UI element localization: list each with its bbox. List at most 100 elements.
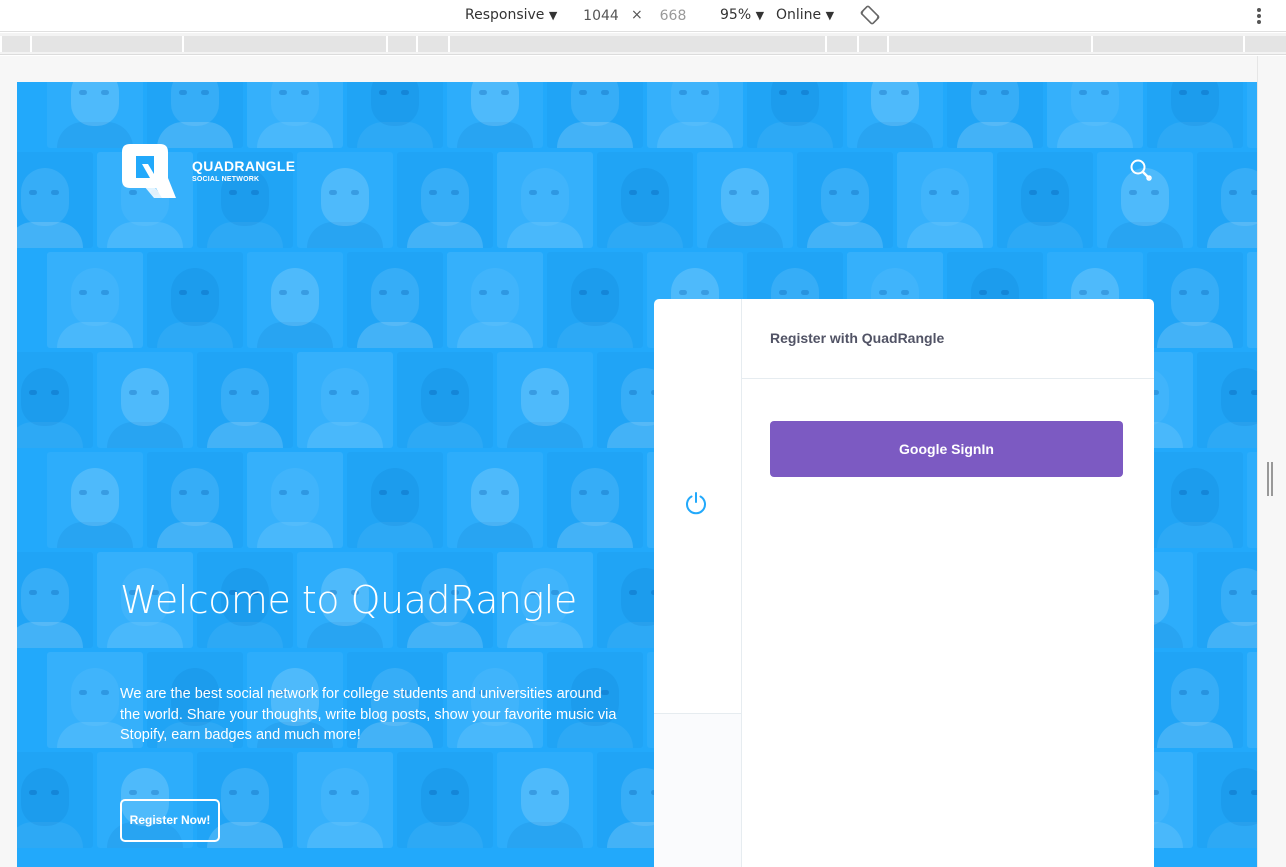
eyes-silhouette — [1079, 90, 1111, 96]
background-face-tile — [397, 352, 493, 448]
face-silhouette — [21, 368, 69, 426]
rotate-icon[interactable] — [860, 5, 880, 25]
throttle-select-caret-icon: ▼ — [825, 9, 835, 22]
device-select[interactable]: Responsive ▼ — [465, 7, 557, 23]
eyes-silhouette — [179, 490, 211, 496]
eyes-silhouette — [1229, 790, 1257, 796]
face-silhouette — [171, 268, 219, 326]
background-face-tile — [1247, 82, 1257, 148]
height-input[interactable]: 668 — [648, 4, 698, 28]
background-face-tile — [397, 152, 493, 248]
background-face-tile — [297, 152, 393, 248]
eyes-silhouette — [1079, 290, 1111, 296]
eyes-silhouette — [279, 490, 311, 496]
ruler-segment[interactable] — [416, 36, 448, 52]
ruler-segment[interactable] — [887, 36, 1091, 52]
eyes-silhouette — [729, 190, 761, 196]
ruler-segment[interactable] — [1243, 36, 1286, 52]
register-card-header: Register with QuadRangle — [742, 299, 1154, 379]
eyes-silhouette — [79, 90, 111, 96]
face-silhouette — [471, 268, 519, 326]
register-card-sidebar — [654, 299, 742, 867]
background-face-tile — [997, 152, 1093, 248]
eyes-silhouette — [679, 90, 711, 96]
eyes-silhouette — [479, 90, 511, 96]
eyes-silhouette — [379, 490, 411, 496]
background-face-tile — [797, 152, 893, 248]
eyes-silhouette — [179, 290, 211, 296]
eyes-silhouette — [529, 790, 561, 796]
eyes-silhouette — [29, 390, 61, 396]
power-icon[interactable] — [684, 491, 708, 515]
eyes-silhouette — [1229, 590, 1257, 596]
eyes-silhouette — [1229, 390, 1257, 396]
google-signin-button[interactable]: Google SignIn — [770, 421, 1123, 477]
ruler-segment[interactable] — [0, 36, 30, 52]
media-query-ruler — [0, 33, 1286, 55]
background-face-tile — [247, 82, 343, 148]
face-silhouette — [171, 468, 219, 526]
eyes-silhouette — [429, 390, 461, 396]
ruler-segment[interactable] — [825, 36, 857, 52]
face-silhouette — [271, 82, 319, 126]
shoulders-silhouette — [17, 222, 83, 248]
face-silhouette — [271, 468, 319, 526]
background-face-tile — [497, 752, 593, 848]
face-silhouette — [221, 768, 269, 826]
face-silhouette — [571, 268, 619, 326]
width-input[interactable]: 1044 — [576, 4, 626, 28]
eyes-silhouette — [879, 90, 911, 96]
face-silhouette — [1221, 768, 1257, 826]
background-face-tile — [647, 82, 743, 148]
background-face-tile — [247, 452, 343, 548]
eyes-silhouette — [29, 790, 61, 796]
eyes-silhouette — [779, 290, 811, 296]
face-silhouette — [371, 82, 419, 126]
ruler-segment[interactable] — [182, 36, 386, 52]
face-silhouette — [521, 768, 569, 826]
background-face-tile — [1197, 352, 1257, 448]
background-face-tile — [597, 152, 693, 248]
ruler-segment[interactable] — [448, 36, 825, 52]
background-face-tile — [97, 352, 193, 448]
face-silhouette — [1221, 568, 1257, 626]
background-face-tile — [1247, 252, 1257, 348]
throttle-select[interactable]: Online ▼ — [776, 7, 834, 23]
background-face-tile — [447, 82, 543, 148]
background-face-tile — [547, 252, 643, 348]
more-vert-icon[interactable] — [1252, 7, 1266, 25]
ruler-segment[interactable] — [30, 36, 182, 52]
register-now-button[interactable]: Register Now! — [120, 799, 220, 842]
shoulders-silhouette — [1207, 222, 1257, 248]
eyes-silhouette — [1179, 90, 1211, 96]
background-face-tile — [397, 752, 493, 848]
face-silhouette — [321, 168, 369, 226]
eyes-silhouette — [1029, 190, 1061, 196]
zoom-select[interactable]: 95% ▼ — [720, 7, 764, 23]
eyes-silhouette — [229, 390, 261, 396]
eyes-silhouette — [29, 590, 61, 596]
quadrangle-logo[interactable] — [120, 142, 178, 200]
hero-description: We are the best social network for colle… — [120, 686, 617, 743]
ruler-segment[interactable] — [386, 36, 416, 52]
face-silhouette — [521, 168, 569, 226]
face-silhouette — [321, 768, 369, 826]
background-face-tile — [1147, 82, 1243, 148]
face-silhouette — [1171, 668, 1219, 726]
eyes-silhouette — [429, 190, 461, 196]
throttle-select-label: Online — [776, 7, 822, 23]
face-silhouette — [571, 82, 619, 126]
background-face-tile — [347, 452, 443, 548]
background-face-tile — [1247, 452, 1257, 548]
background-face-tile — [297, 752, 393, 848]
ruler-segment[interactable] — [857, 36, 887, 52]
background-face-tile — [247, 252, 343, 348]
eyes-silhouette — [479, 290, 511, 296]
resize-handle[interactable] — [1267, 462, 1275, 496]
register-card: Register with QuadRangle Google SignIn — [654, 299, 1154, 867]
background-face-tile — [1147, 452, 1243, 548]
shoulders-silhouette — [1207, 822, 1257, 848]
background-face-tile — [1047, 82, 1143, 148]
ruler-segment[interactable] — [1091, 36, 1243, 52]
search-icon[interactable] — [1129, 158, 1153, 182]
